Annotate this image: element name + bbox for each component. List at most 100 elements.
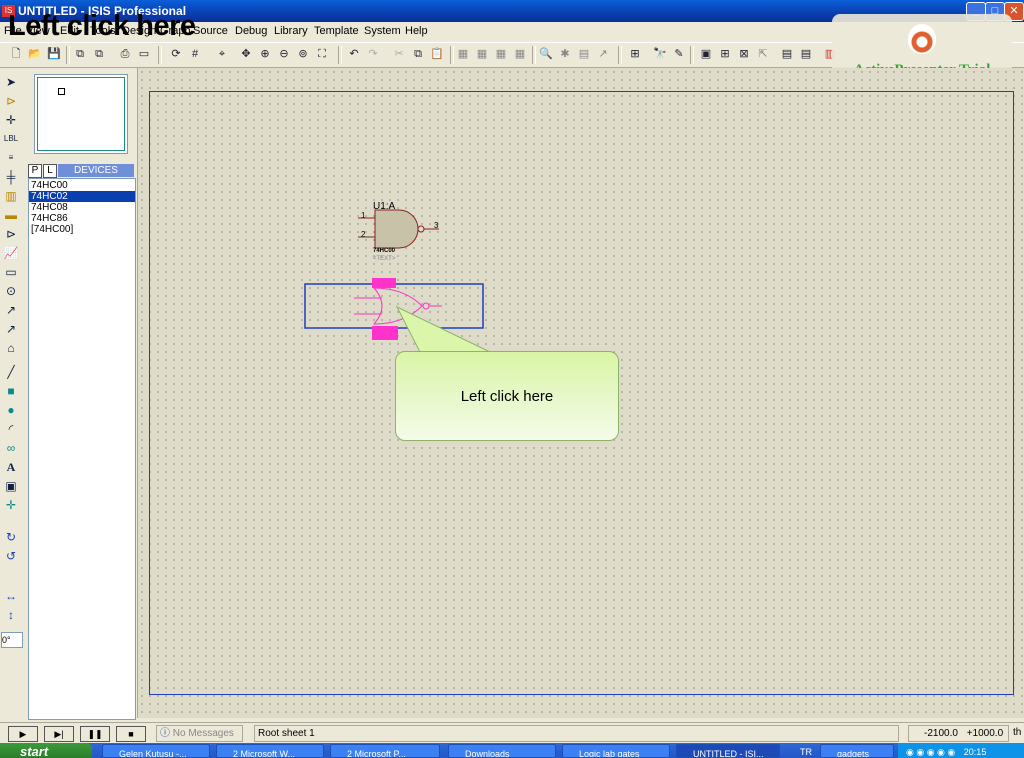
- start-button[interactable]: start: [0, 743, 92, 758]
- selection-mode-icon[interactable]: ➤: [3, 74, 19, 90]
- device-item[interactable]: [74HC00]: [29, 224, 135, 235]
- device-item[interactable]: 74HC08: [29, 202, 135, 213]
- zoom-area-icon[interactable]: ⛶: [314, 46, 330, 62]
- pick-device-icon[interactable]: 🔍: [538, 46, 554, 62]
- block-copy-icon[interactable]: ▦: [455, 46, 471, 62]
- remove-sheet-icon[interactable]: ⊠: [736, 46, 752, 62]
- refresh-icon[interactable]: ⟳: [168, 46, 184, 62]
- device-list: 74HC00 74HC02 74HC08 74HC86 [74HC00]: [28, 178, 136, 720]
- pan-icon[interactable]: ✥: [238, 46, 254, 62]
- taskbar-item[interactable]: gadgets: [820, 744, 894, 758]
- language-indicator[interactable]: TR: [800, 743, 812, 758]
- grid-icon[interactable]: #: [187, 46, 203, 62]
- circle-icon[interactable]: ●: [3, 402, 19, 418]
- path-icon[interactable]: ∞: [3, 440, 19, 456]
- taskbar-item-active[interactable]: UNTITLED - ISI...: [676, 744, 780, 758]
- mirror-vertical-icon[interactable]: ↕: [3, 607, 19, 623]
- block-rotate-icon[interactable]: ▦: [493, 46, 509, 62]
- virtual-instruments-icon[interactable]: ⌂: [3, 340, 19, 356]
- junction-dot-icon[interactable]: ✛: [3, 112, 19, 128]
- nand-gate-u1a[interactable]: [353, 208, 443, 250]
- component-mode-icon[interactable]: ⊳: [3, 93, 19, 109]
- taskbar-item[interactable]: 2 Microsoft W...: [216, 744, 324, 758]
- bus-icon[interactable]: ╪: [3, 169, 19, 185]
- step-button[interactable]: ▶|: [44, 726, 74, 742]
- print-area-icon[interactable]: ▭: [136, 46, 152, 62]
- copy-icon[interactable]: ⧉: [410, 46, 426, 62]
- menu-template[interactable]: Template: [314, 25, 359, 37]
- menu-library[interactable]: Library: [274, 25, 308, 37]
- generator-icon[interactable]: ⊙: [3, 283, 19, 299]
- make-device-icon[interactable]: ✱: [557, 46, 573, 62]
- export-icon[interactable]: ⧉: [91, 46, 107, 62]
- device-item-selected[interactable]: 74HC02: [29, 191, 135, 202]
- taskbar-item[interactable]: Logic lab gates: [562, 744, 670, 758]
- new-file-icon[interactable]: 🗋: [8, 46, 24, 62]
- line-icon[interactable]: ╱: [3, 364, 19, 380]
- subcircuit-icon[interactable]: ▥: [3, 188, 19, 204]
- tray-icons[interactable]: ◉ ◉ ◉ ◉ ◉: [906, 747, 955, 757]
- coordinate-y: +1000.0: [966, 728, 1004, 739]
- marker-icon[interactable]: ✛: [3, 497, 19, 513]
- rotation-angle-field[interactable]: 0°: [1, 632, 23, 648]
- device-pins-icon[interactable]: ⊳: [3, 226, 19, 242]
- cut-icon[interactable]: ✂: [391, 46, 407, 62]
- device-item[interactable]: 74HC00: [29, 180, 135, 191]
- tape-recorder-icon[interactable]: ▭: [3, 264, 19, 280]
- taskbar-item[interactable]: Downloads: [448, 744, 556, 758]
- package-tool-icon[interactable]: ▤: [576, 46, 592, 62]
- undo-icon[interactable]: ↶: [346, 46, 362, 62]
- arc-icon[interactable]: ◜: [3, 421, 19, 437]
- wire-autorouter-icon[interactable]: ⊞: [627, 46, 643, 62]
- wire-label-icon[interactable]: LBL: [3, 131, 19, 147]
- exit-parent-icon[interactable]: ⇱: [755, 46, 771, 62]
- add-sheet-icon[interactable]: ⊞: [717, 46, 733, 62]
- import-icon[interactable]: ⧉: [72, 46, 88, 62]
- overview-frame: [37, 77, 125, 151]
- electrical-check-icon[interactable]: ▤: [798, 46, 814, 62]
- symbol-icon[interactable]: ▣: [3, 478, 19, 494]
- pick-devices-button[interactable]: P: [28, 164, 42, 178]
- taskbar-item[interactable]: Gelen Kutusu -...: [102, 744, 210, 758]
- current-probe-icon[interactable]: ↗: [3, 321, 19, 337]
- mirror-horizontal-icon[interactable]: ↔: [3, 588, 19, 604]
- component-text-label: <TEXT>: [373, 256, 396, 262]
- paste-icon[interactable]: 📋: [429, 46, 445, 62]
- rotate-clockwise-icon[interactable]: ↻: [3, 529, 19, 545]
- library-manager-button[interactable]: L: [43, 164, 57, 178]
- open-folder-icon[interactable]: 📂: [27, 46, 43, 62]
- pin-number: 3: [434, 221, 439, 230]
- menu-source[interactable]: Source: [193, 25, 228, 37]
- taskbar-item[interactable]: 2 Microsoft P...: [330, 744, 440, 758]
- block-move-icon[interactable]: ▦: [474, 46, 490, 62]
- device-item[interactable]: 74HC86: [29, 213, 135, 224]
- print-icon[interactable]: ⎙: [117, 46, 133, 62]
- menu-system[interactable]: System: [364, 25, 401, 37]
- voltage-probe-icon[interactable]: ↗: [3, 302, 19, 318]
- stop-button[interactable]: ■: [116, 726, 146, 742]
- zoom-out-icon[interactable]: ⊖: [276, 46, 292, 62]
- origin-icon[interactable]: ⌖: [214, 46, 230, 62]
- search-icon[interactable]: 🔭: [652, 46, 668, 62]
- save-icon[interactable]: 💾: [46, 46, 62, 62]
- decompose-icon[interactable]: ↗: [595, 46, 611, 62]
- zoom-in-icon[interactable]: ⊕: [257, 46, 273, 62]
- rotate-anticlockwise-icon[interactable]: ↺: [3, 548, 19, 564]
- menu-help[interactable]: Help: [405, 25, 428, 37]
- new-sheet-icon[interactable]: ▣: [698, 46, 714, 62]
- menu-debug[interactable]: Debug: [235, 25, 267, 37]
- messages-field[interactable]: ⓘ No Messages: [156, 725, 243, 742]
- text-script-icon[interactable]: ≡: [3, 150, 19, 166]
- bill-of-materials-icon[interactable]: ▤: [779, 46, 795, 62]
- block-delete-icon[interactable]: ▦: [512, 46, 528, 62]
- zoom-all-icon[interactable]: ⊚: [295, 46, 311, 62]
- play-button[interactable]: ▶: [8, 726, 38, 742]
- graph-icon[interactable]: 📈: [3, 245, 19, 261]
- pause-button[interactable]: ❚❚: [80, 726, 110, 742]
- box-icon[interactable]: ■: [3, 383, 19, 399]
- redo-icon[interactable]: ↷: [365, 46, 381, 62]
- property-tool-icon[interactable]: ✎: [671, 46, 687, 62]
- terminals-icon[interactable]: ▬: [3, 207, 19, 223]
- text-icon[interactable]: A: [3, 459, 19, 475]
- overview-window[interactable]: [34, 74, 128, 154]
